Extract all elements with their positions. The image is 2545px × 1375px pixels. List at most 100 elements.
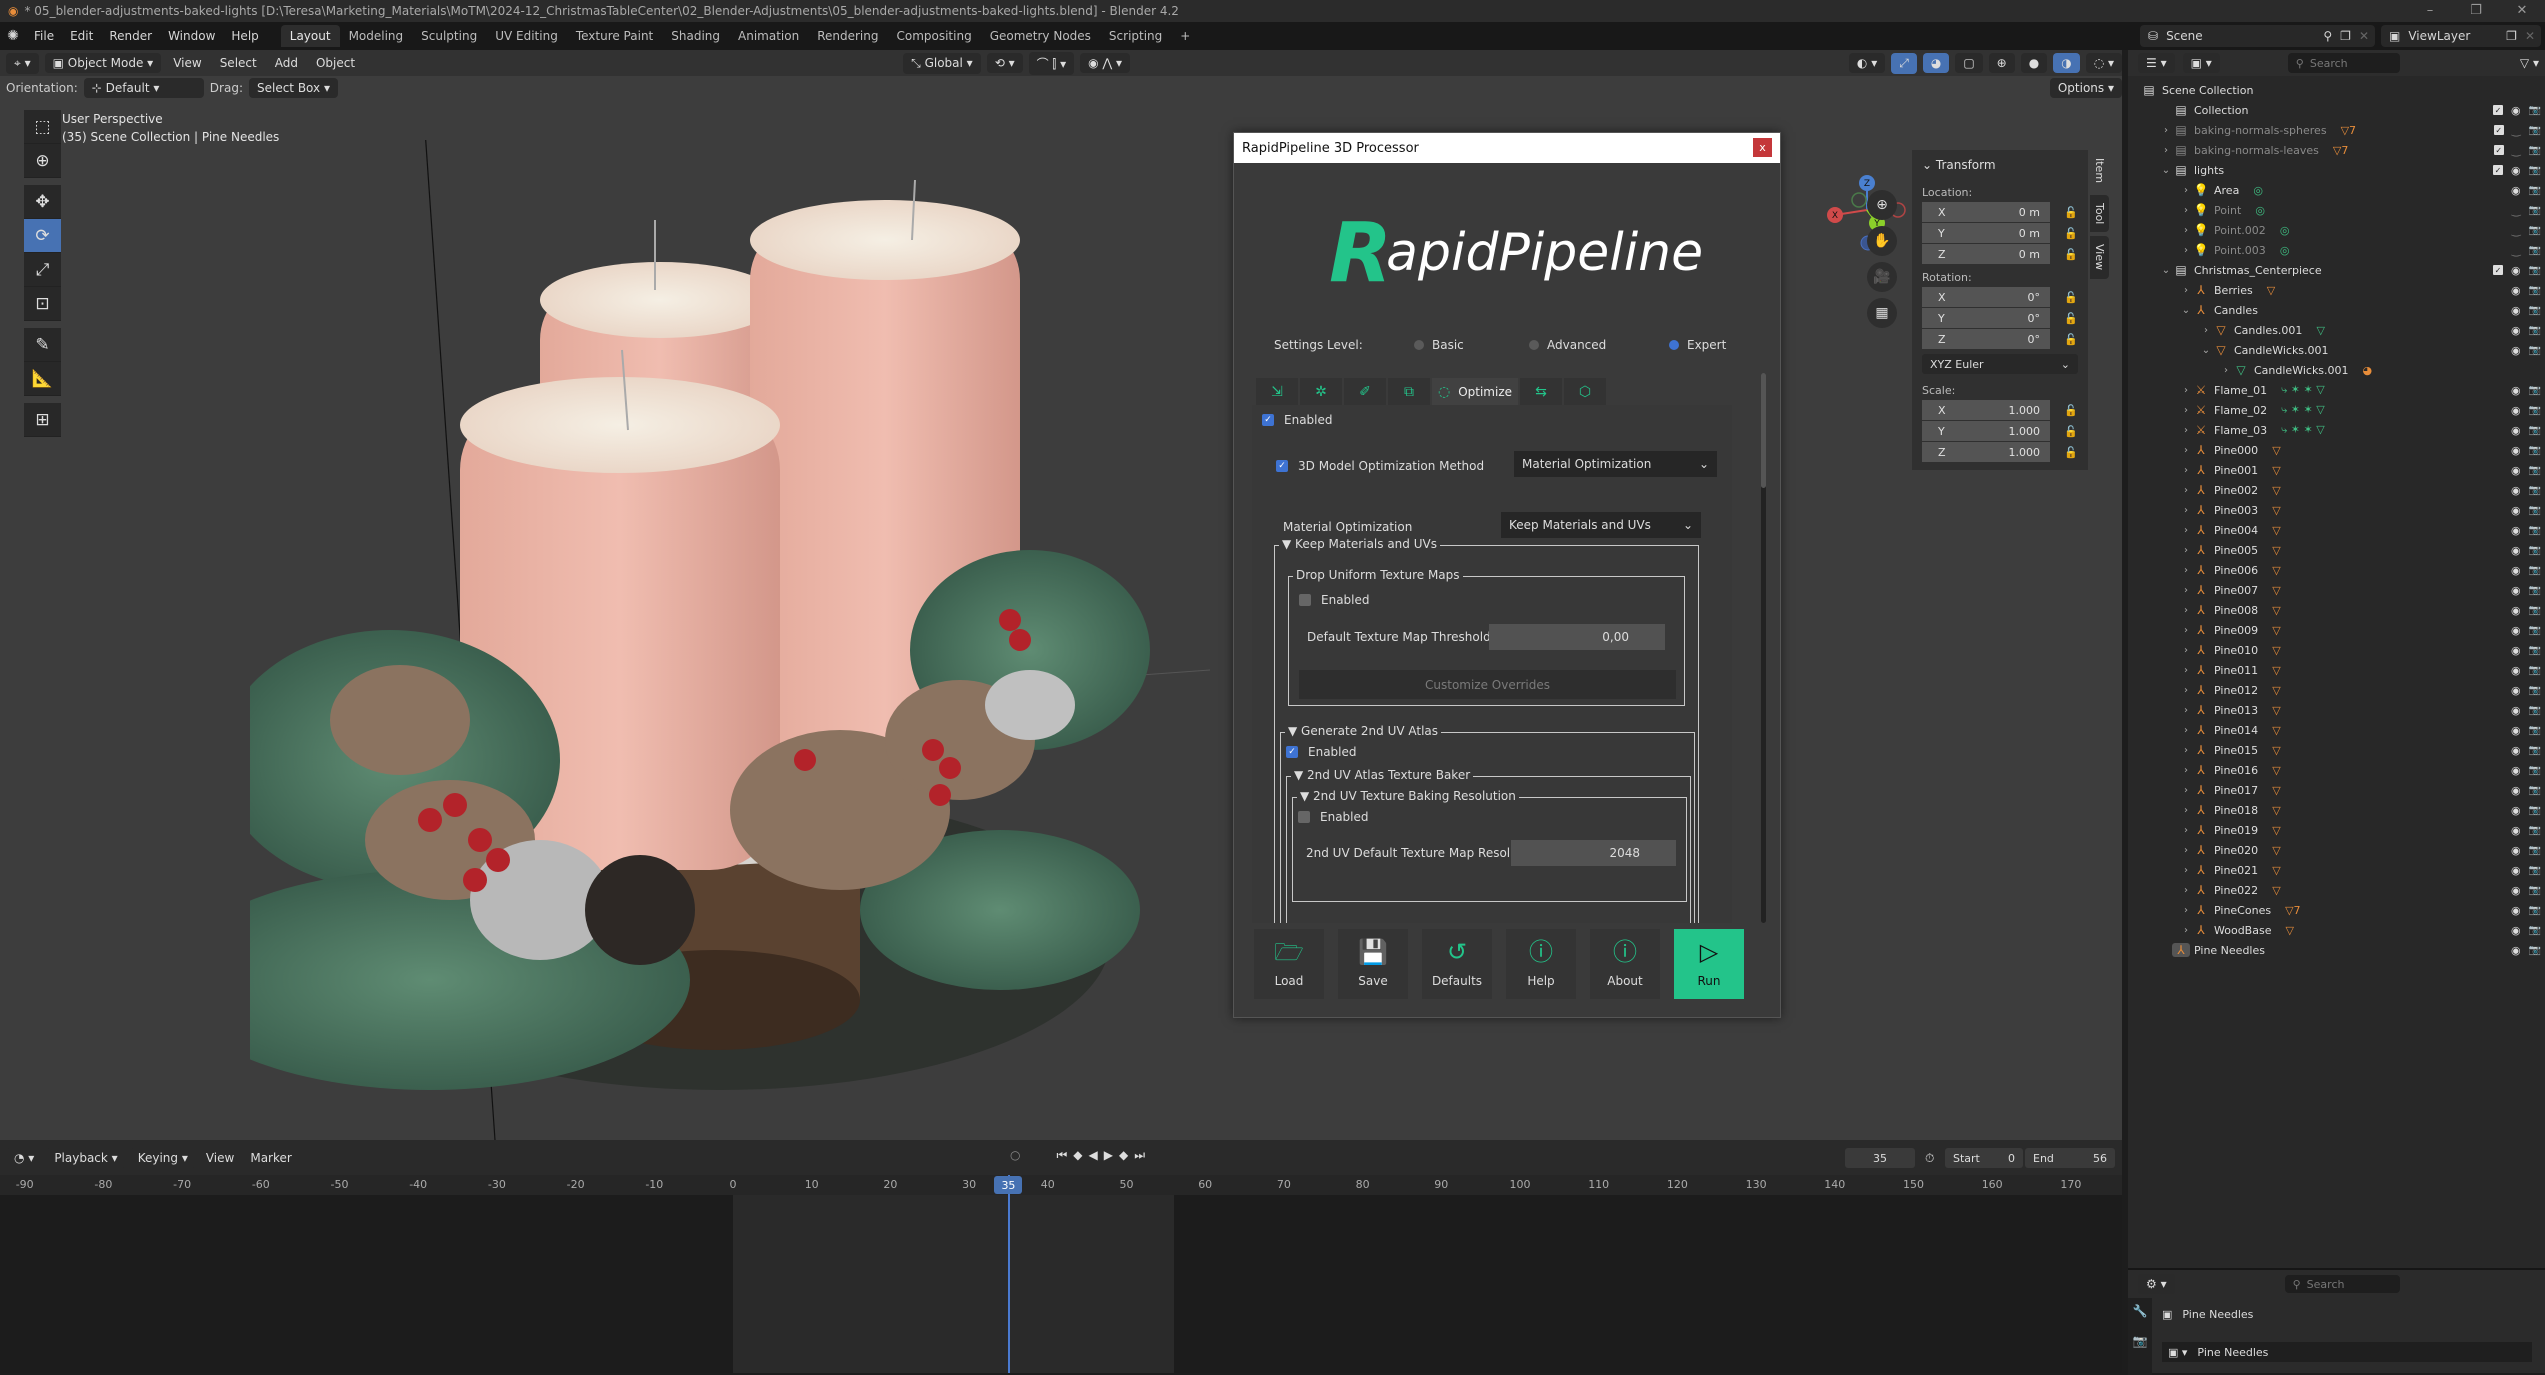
- chevron-right-icon[interactable]: ›: [2180, 185, 2192, 196]
- chevron-right-icon[interactable]: ›: [2180, 205, 2192, 216]
- outliner-item[interactable]: ⅄ Pine Needles ◉ 📷: [2128, 940, 2545, 960]
- orientation-dropdown[interactable]: ⊹ Default ▾: [83, 78, 204, 98]
- close-window-button[interactable]: ✕: [2499, 0, 2545, 22]
- prev-keyframe-icon[interactable]: ◆: [1073, 1148, 1082, 1163]
- object-name-field[interactable]: ▣ ▾ Pine Needles: [2162, 1342, 2532, 1362]
- eye-icon[interactable]: ◉: [2511, 584, 2521, 597]
- render-camera-icon[interactable]: 📷: [2529, 145, 2541, 156]
- options-dropdown[interactable]: Options ▾: [2049, 78, 2122, 98]
- scene-selector[interactable]: ⛁ Scene ⚲ ❐ ✕: [2140, 25, 2375, 47]
- minimize-button[interactable]: –: [2407, 0, 2453, 22]
- chevron-right-icon[interactable]: ›: [2180, 285, 2192, 296]
- eye-icon[interactable]: ◉: [2511, 384, 2521, 397]
- play-reverse-icon[interactable]: ◀: [1089, 1148, 1098, 1163]
- chevron-down-icon[interactable]: ⌄: [2160, 265, 2172, 276]
- optimization-method-dropdown[interactable]: Material Optimization ⌄: [1514, 451, 1717, 477]
- chevron-right-icon[interactable]: ›: [2180, 705, 2192, 716]
- mesh-data-icon[interactable]: ▽: [2272, 544, 2280, 557]
- dialog-scrollbar[interactable]: [1761, 373, 1766, 923]
- eye-icon[interactable]: ◉: [2511, 904, 2521, 917]
- chevron-down-icon[interactable]: ⌄: [2180, 305, 2192, 316]
- menu-file[interactable]: File: [26, 29, 62, 43]
- chevron-right-icon[interactable]: ›: [2200, 325, 2212, 336]
- animation-data-icon[interactable]: ⤷ ✶ ✶ ▽: [2281, 403, 2325, 417]
- outliner-item[interactable]: › ⅄ Pine010 ▽ ◉ 📷: [2128, 640, 2545, 660]
- outliner-item[interactable]: › 💡 Point.003 ◎ ‿ 📷: [2128, 240, 2545, 260]
- viewport-menu-object[interactable]: Object: [310, 56, 361, 70]
- eye-icon[interactable]: ◉: [2511, 464, 2521, 477]
- menu-edit[interactable]: Edit: [62, 29, 101, 43]
- eye-icon[interactable]: ◉: [2511, 544, 2521, 557]
- outliner-item[interactable]: › ▽ CandleWicks.001 ◕: [2128, 360, 2545, 380]
- mesh-data-icon[interactable]: ▽: [2272, 444, 2280, 457]
- render-camera-icon[interactable]: 📷: [2529, 485, 2541, 496]
- mesh-data-icon[interactable]: ▽: [2267, 284, 2275, 297]
- eye-icon[interactable]: ◉: [2511, 744, 2521, 757]
- new-viewlayer-icon[interactable]: ❐: [2506, 29, 2517, 43]
- render-camera-icon[interactable]: 📷: [2529, 945, 2541, 956]
- eye-icon[interactable]: ◉: [2511, 444, 2521, 457]
- eye-icon[interactable]: ◉: [2511, 104, 2521, 117]
- chevron-right-icon[interactable]: ›: [2180, 645, 2192, 656]
- outliner-item[interactable]: › ▤ baking-normals-leaves ▽7 ✓ ‿ 📷: [2128, 140, 2545, 160]
- outliner-item[interactable]: › ⅄ PineCones ▽7 ◉ 📷: [2128, 900, 2545, 920]
- outliner-item[interactable]: › ⅄ Pine015 ▽ ◉ 📷: [2128, 740, 2545, 760]
- lock-icon[interactable]: 🔓: [2064, 404, 2078, 417]
- mesh-data-icon[interactable]: ▽: [2316, 324, 2324, 337]
- render-camera-icon[interactable]: 📷: [2529, 785, 2541, 796]
- eye-icon[interactable]: ◉: [2511, 624, 2521, 637]
- eye-icon[interactable]: ◉: [2511, 844, 2521, 857]
- baking-res-enabled-checkbox[interactable]: Enabled: [1298, 810, 1369, 824]
- outliner-item[interactable]: › ⅄ Pine007 ▽ ◉ 📷: [2128, 580, 2545, 600]
- load-button[interactable]: 🗁 Load: [1254, 929, 1324, 999]
- outliner-item[interactable]: › ⅄ Pine022 ▽ ◉ 📷: [2128, 880, 2545, 900]
- chevron-right-icon[interactable]: ›: [2180, 625, 2192, 636]
- light-data-icon[interactable]: ◎: [2280, 224, 2290, 237]
- scale-z-field[interactable]: Z 1.000: [1922, 442, 2050, 462]
- transform-section-header[interactable]: ⌄ Transform: [1912, 150, 2088, 180]
- outliner-item[interactable]: › ⅄ Pine004 ▽ ◉ 📷: [2128, 520, 2545, 540]
- mesh-data-icon[interactable]: ▽: [2272, 464, 2280, 477]
- editor-type-button[interactable]: ⌖ ▾: [6, 52, 39, 74]
- mesh-data-icon[interactable]: ▽: [2272, 824, 2280, 837]
- mesh-data-icon[interactable]: ▽: [2272, 884, 2280, 897]
- outliner-item[interactable]: › ⅄ Berries ▽ ◉ 📷: [2128, 280, 2545, 300]
- eye-icon[interactable]: ◉: [2511, 724, 2521, 737]
- mesh-data-icon[interactable]: ▽: [2285, 924, 2293, 937]
- transform-tool-icon[interactable]: ⊡: [24, 287, 61, 321]
- eye-icon[interactable]: ◉: [2511, 484, 2521, 497]
- lock-icon[interactable]: 🔓: [2064, 291, 2078, 304]
- exclude-checkbox[interactable]: ✓: [2493, 145, 2504, 155]
- tab-import-icon[interactable]: ⇲: [1256, 378, 1298, 405]
- mesh-data-icon[interactable]: ▽: [2272, 764, 2280, 777]
- animation-data-icon[interactable]: ⤷ ✶ ✶ ▽: [2281, 383, 2325, 397]
- workspace-tab-layout[interactable]: Layout: [280, 25, 340, 47]
- sidebar-tab-item[interactable]: Item: [2090, 150, 2109, 192]
- render-camera-icon[interactable]: 📷: [2529, 685, 2541, 696]
- tab-export-icon[interactable]: ⬡: [1564, 378, 1606, 405]
- eye-icon[interactable]: ◉: [2511, 564, 2521, 577]
- tab-transform-icon[interactable]: ⇆: [1520, 378, 1562, 405]
- outliner-search-input[interactable]: ⚲ Search: [2287, 53, 2400, 73]
- xray-toggle[interactable]: ▢: [1955, 53, 1983, 73]
- location-z-field[interactable]: Z0 m: [1922, 244, 2050, 264]
- render-camera-icon[interactable]: 📷: [2529, 525, 2541, 536]
- delete-scene-icon[interactable]: ✕: [2359, 29, 2369, 43]
- jump-end-icon[interactable]: ⏭: [1134, 1148, 1145, 1163]
- render-camera-icon[interactable]: 📷: [2529, 725, 2541, 736]
- mode-dropdown[interactable]: ▣ Object Mode ▾: [44, 53, 162, 73]
- outliner-root[interactable]: ▤ Scene Collection: [2128, 80, 2545, 100]
- overlays-toggle[interactable]: ◕: [1922, 53, 1950, 73]
- chevron-right-icon[interactable]: ›: [2180, 805, 2192, 816]
- workspace-tab-animation[interactable]: Animation: [729, 25, 808, 47]
- light-data-icon[interactable]: ◎: [2253, 184, 2263, 197]
- render-camera-icon[interactable]: 📷: [2529, 705, 2541, 716]
- eye-icon[interactable]: ◉: [2511, 824, 2521, 837]
- mesh-data-icon[interactable]: ▽: [2272, 744, 2280, 757]
- shading-rendered[interactable]: ◌ ▾: [2085, 53, 2122, 73]
- chevron-right-icon[interactable]: ›: [2180, 445, 2192, 456]
- tab-scene-graph-icon[interactable]: ✲: [1300, 378, 1342, 405]
- default-resolution-field[interactable]: 2048: [1511, 840, 1676, 866]
- eye-icon[interactable]: ◉: [2511, 684, 2521, 697]
- outliner-item[interactable]: › ⅄ Pine019 ▽ ◉ 📷: [2128, 820, 2545, 840]
